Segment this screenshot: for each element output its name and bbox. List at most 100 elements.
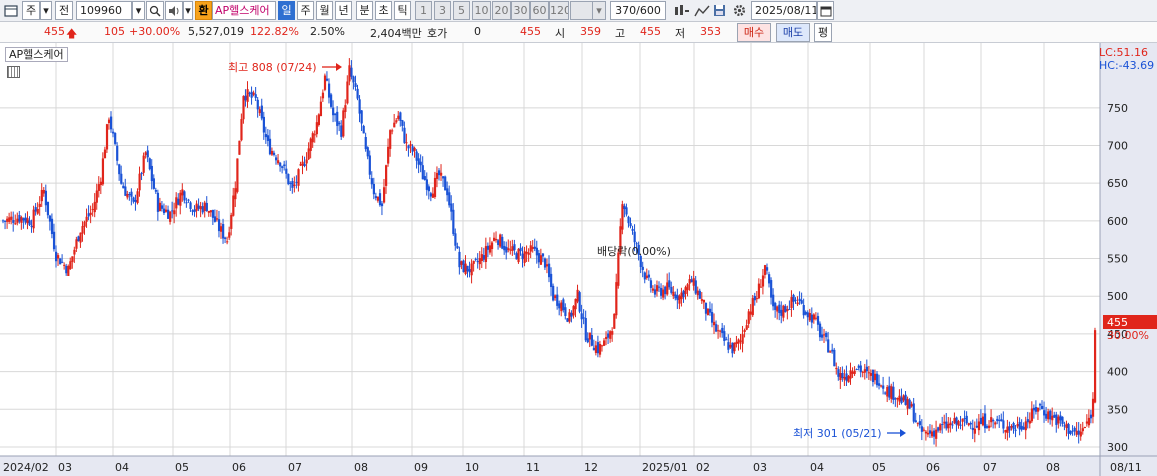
- drawing-tool-icon[interactable]: [693, 1, 711, 20]
- candle: [236, 158, 239, 194]
- period-tab-month[interactable]: 월: [316, 1, 333, 20]
- search-icon[interactable]: [146, 1, 164, 20]
- y-tick-label: 600: [1107, 215, 1128, 228]
- custom-period-dropdown-icon[interactable]: ▾: [592, 1, 606, 20]
- series-legend[interactable]: AP헬스케어: [5, 47, 68, 62]
- candle: [287, 173, 290, 186]
- y-tick-label: 550: [1107, 253, 1128, 266]
- high-annotation: 최고 808 (07/24): [228, 61, 317, 74]
- y-tick-label: 350: [1107, 403, 1128, 416]
- x-tick-label: 05: [175, 461, 189, 474]
- low-label: 저: [675, 27, 686, 40]
- candle: [613, 313, 616, 329]
- candle: [317, 113, 320, 127]
- bar-count-field[interactable]: 370/600: [610, 1, 666, 20]
- currency-badge[interactable]: 환: [195, 1, 212, 20]
- candle: [517, 247, 520, 264]
- candle: [833, 347, 836, 367]
- speaker-dropdown-icon[interactable]: ▾: [183, 1, 193, 20]
- x-tick-label: 07: [983, 461, 997, 474]
- period-tab-minute[interactable]: 분: [356, 1, 373, 20]
- candle: [552, 283, 555, 302]
- window-icon[interactable]: [2, 1, 20, 20]
- candle: [1093, 327, 1097, 404]
- date-field[interactable]: 2025/08/11: [751, 1, 817, 20]
- period-tab-year[interactable]: 년: [335, 1, 352, 20]
- trade-amount: 2,404백만: [370, 27, 422, 40]
- gear-icon[interactable]: [730, 1, 748, 20]
- candle: [462, 259, 465, 273]
- x-tick-label: 08: [1046, 461, 1060, 474]
- x-tick-label: 2024/02: [3, 461, 49, 474]
- high-label: 고: [615, 27, 626, 40]
- minute-30[interactable]: 30: [511, 1, 530, 20]
- x-tick-label: 11: [526, 461, 540, 474]
- y-tick-label: 500: [1107, 290, 1128, 303]
- volume-ratio: 122.82%: [250, 25, 299, 38]
- stock-code-input[interactable]: 109960: [76, 1, 132, 20]
- minute-5[interactable]: 5: [453, 1, 470, 20]
- candle: [238, 140, 241, 155]
- average-button[interactable]: 평: [814, 23, 832, 42]
- minute-3[interactable]: 3: [434, 1, 451, 20]
- minute-20[interactable]: 20: [492, 1, 511, 20]
- minute-120[interactable]: 120: [549, 1, 569, 20]
- candle: [114, 132, 117, 146]
- chart-settings-icon[interactable]: [672, 1, 692, 20]
- x-tick-label: 04: [810, 461, 824, 474]
- calendar-icon[interactable]: [817, 1, 834, 20]
- candle: [67, 264, 70, 276]
- low-price: 353: [700, 25, 721, 38]
- candle: [908, 398, 911, 409]
- prev-button[interactable]: 전: [55, 1, 73, 20]
- buy-button[interactable]: 매수: [737, 23, 771, 42]
- candle: [566, 317, 569, 323]
- volume: 5,527,019: [188, 25, 244, 38]
- hoga-price: 455: [520, 25, 541, 38]
- y-tick-label: 300: [1107, 441, 1128, 454]
- period-tab-week[interactable]: 주: [297, 1, 314, 20]
- turnover-rate: 2.50%: [310, 25, 345, 38]
- period-tab-second[interactable]: 초: [375, 1, 392, 20]
- candle: [362, 124, 365, 134]
- candle: [578, 290, 581, 314]
- high-price: 455: [640, 25, 661, 38]
- candle: [342, 107, 345, 138]
- price-chart[interactable]: 300 350 400 450 500 550 600 650 700 750 2024/02 03…: [0, 43, 1157, 476]
- minute-60[interactable]: 60: [530, 1, 549, 20]
- stock-name-field: AP헬스케어: [212, 1, 276, 20]
- hc-label: HC:-43.69: [1099, 59, 1154, 72]
- hoga-label: 호가: [427, 27, 448, 40]
- code-dropdown-icon[interactable]: ▾: [132, 1, 145, 20]
- candle: [444, 175, 447, 191]
- x-tick-label: 2025/01: [642, 461, 688, 474]
- minute-10[interactable]: 10: [472, 1, 491, 20]
- x-tick-label: 09: [414, 461, 428, 474]
- candlestick-chart[interactable]: 300350400450500550600650700750 2024/02 03…: [0, 43, 1157, 476]
- last-pct-tag: 30.00%: [1107, 329, 1149, 342]
- current-price: 455: [44, 25, 65, 38]
- y-tick-label: 700: [1107, 139, 1128, 152]
- candle: [706, 308, 710, 316]
- period-tab-tick[interactable]: 틱: [394, 1, 411, 20]
- x-tick-label: 12: [584, 461, 598, 474]
- hoga-value: 0: [474, 25, 481, 38]
- x-tick-label: 06: [232, 461, 246, 474]
- y-tick-label: 650: [1107, 177, 1128, 190]
- market-type-select[interactable]: 주: [22, 1, 40, 20]
- candle: [751, 295, 754, 317]
- market-type-dropdown-icon[interactable]: ▾: [40, 1, 52, 20]
- chart-tool-icon[interactable]: [7, 66, 20, 78]
- x-tick-label: 04: [115, 461, 129, 474]
- sell-button[interactable]: 매도: [776, 23, 810, 42]
- speaker-icon[interactable]: [165, 1, 183, 20]
- x-tick-label: 07: [288, 461, 302, 474]
- period-tab-day[interactable]: 일: [278, 1, 295, 20]
- save-icon[interactable]: [711, 1, 728, 20]
- minute-1[interactable]: 1: [415, 1, 432, 20]
- chart-toolbar: 주 ▾ 전 109960 ▾ ▾ 환 AP헬스케어 일 주 월 년 분 초 틱 …: [0, 0, 1157, 22]
- lc-label: LC:51.16: [1099, 46, 1148, 59]
- candle: [330, 92, 333, 109]
- up-arrow-icon: 🡅: [66, 27, 78, 40]
- candle: [77, 235, 80, 242]
